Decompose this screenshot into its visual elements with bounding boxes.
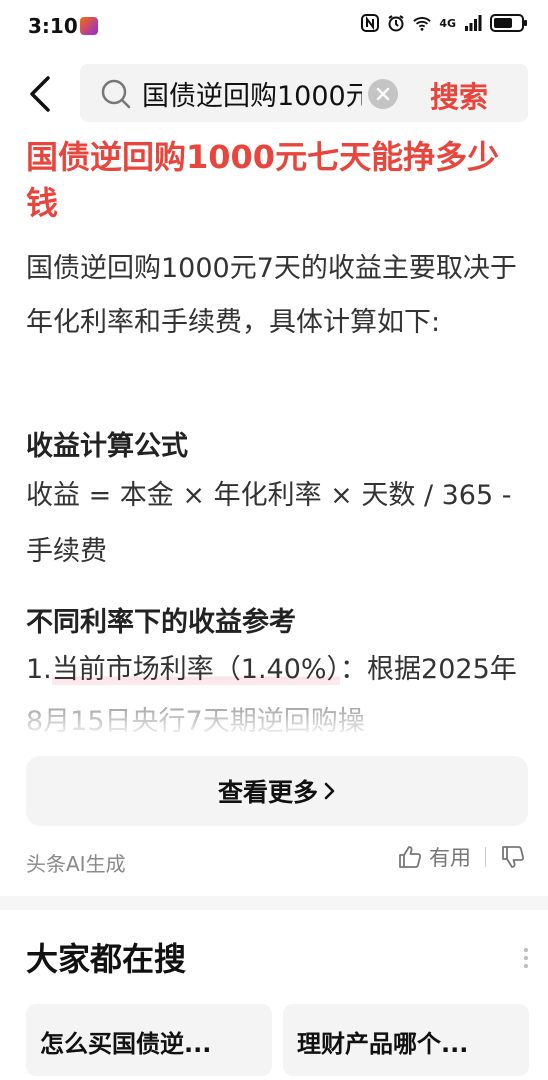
thumbs-up-icon (399, 846, 422, 868)
search-button[interactable]: 搜索 (430, 74, 488, 114)
wifi-icon (413, 17, 432, 31)
divider (485, 847, 486, 867)
formula-text: 收益 = 本金 × 年化利率 × 天数 / 365 - 手续费 (26, 480, 512, 567)
signal-icon (465, 15, 482, 31)
chevron-left-icon (30, 76, 50, 112)
rates-heading: 不同利率下的收益参考 (26, 607, 296, 638)
view-more-label: 查看更多 (217, 778, 318, 807)
battery-icon (490, 14, 527, 32)
thumbs-down-icon[interactable] (500, 844, 526, 870)
search-input[interactable] (142, 76, 362, 110)
answer-title: 国债逆回购1000元七天能挣多少钱 (26, 138, 500, 222)
search-box[interactable]: 搜索 (80, 64, 528, 122)
status-icons: 4G (361, 14, 527, 32)
formula-heading: 收益计算公式 (26, 431, 188, 462)
useful-label: 有用 (429, 846, 471, 870)
content-fade (0, 680, 548, 736)
answer-intro: 国债逆回购1000元7天的收益主要取决于年化利率和手续费，具体计算如下: (26, 253, 517, 338)
related-search-item[interactable]: 理财产品哪个... (283, 1004, 529, 1076)
back-button[interactable] (20, 70, 60, 118)
network-type-label: 4G (439, 16, 456, 30)
section-divider (0, 896, 548, 910)
feedback-bar: 有用 (397, 842, 526, 872)
clear-icon[interactable] (368, 79, 398, 109)
search-icon (101, 79, 131, 109)
more-options-icon[interactable] (524, 948, 528, 968)
related-searches-title: 大家都在搜 (26, 940, 187, 978)
status-bar: 3:10 4G (0, 0, 548, 56)
app-notification-icon (80, 17, 98, 35)
related-search-item[interactable]: 怎么买国债逆... (26, 1004, 272, 1076)
source-label: 头条AI生成 (26, 852, 126, 876)
view-more-button[interactable]: 查看更多 (26, 756, 528, 826)
alarm-icon (388, 15, 404, 32)
chevron-right-icon (324, 782, 335, 800)
nfc-icon (361, 14, 380, 32)
status-time: 3:10 (28, 14, 78, 38)
useful-button[interactable]: 有用 (397, 842, 471, 872)
